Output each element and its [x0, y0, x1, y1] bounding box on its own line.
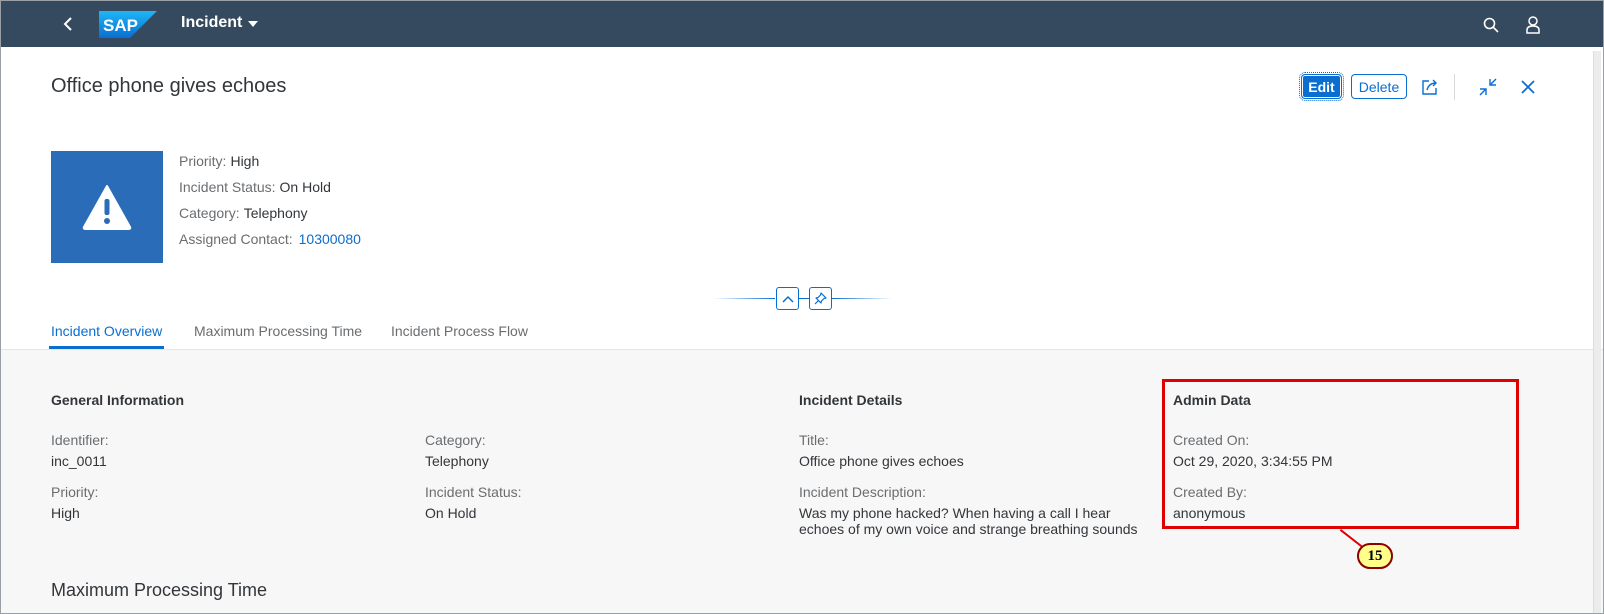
back-button[interactable]: [55, 11, 81, 37]
priority-value: High: [51, 505, 80, 521]
header-status: Incident Status: On Hold: [179, 179, 331, 195]
close-icon: [1521, 80, 1535, 94]
header-priority-label: Priority:: [179, 153, 227, 169]
header-category: Category: Telephony: [179, 205, 308, 221]
app-window: SAP Incident Office phone gives echoes E…: [0, 0, 1604, 614]
divider-left: [713, 298, 775, 299]
header-priority: Priority: High: [179, 153, 259, 169]
tab-incident-process-flow[interactable]: Incident Process Flow: [391, 323, 528, 339]
collapse-header-button[interactable]: [776, 287, 799, 310]
title-label: Title:: [799, 432, 829, 448]
logo-text: SAP: [103, 16, 138, 35]
incident-status-label: Incident Status:: [425, 484, 522, 500]
divider-middle: [799, 298, 809, 299]
sap-logo: SAP: [99, 11, 157, 38]
identifier-label: Identifier:: [51, 432, 109, 448]
share-button[interactable]: [1418, 75, 1442, 99]
incident-status-value: On Hold: [425, 505, 477, 521]
tab-maximum-processing-time[interactable]: Maximum Processing Time: [194, 323, 362, 339]
general-information-title: General Information: [51, 392, 185, 408]
object-avatar: [51, 151, 163, 263]
tab-incident-overview[interactable]: Incident Overview: [51, 323, 162, 339]
header-priority-value: High: [230, 153, 260, 169]
app-title-menu[interactable]: Incident: [181, 14, 259, 32]
annotation-badge: 15: [1357, 543, 1393, 569]
chevron-up-icon: [781, 295, 794, 303]
incident-description-line-1: Was my phone hacked? When having a call …: [799, 505, 1111, 521]
pin-icon: [814, 292, 827, 305]
close-button[interactable]: [1516, 75, 1540, 99]
user-button[interactable]: [1522, 14, 1544, 36]
search-button[interactable]: [1480, 14, 1502, 36]
priority-label: Priority:: [51, 484, 99, 500]
category-value: Telephony: [425, 453, 489, 469]
edit-button[interactable]: Edit: [1299, 72, 1344, 101]
maximum-processing-time-heading: Maximum Processing Time: [51, 580, 268, 600]
exit-fullscreen-icon: [1479, 78, 1497, 96]
incident-details-title: Incident Details: [799, 392, 903, 408]
identifier-value: inc_0011: [51, 453, 107, 469]
warning-icon: [82, 185, 132, 230]
toolbar-separator: [1454, 74, 1455, 100]
header-contact: Assigned Contact: 10300080: [179, 231, 361, 247]
header-status-value: On Hold: [279, 179, 331, 195]
app-title: Incident: [181, 14, 243, 31]
vertical-scrollbar[interactable]: [1593, 51, 1601, 613]
header-status-label: Incident Status:: [179, 179, 276, 195]
page-title: Office phone gives echoes: [51, 75, 287, 97]
pin-header-button[interactable]: [809, 287, 832, 310]
delete-button[interactable]: Delete: [1351, 74, 1407, 99]
header-contact-label: Assigned Contact:: [179, 231, 293, 247]
caret-down-icon: [248, 21, 259, 27]
title-value: Office phone gives echoes: [799, 453, 964, 469]
search-icon: [1483, 17, 1499, 33]
annotation-highlight-box: [1162, 379, 1519, 529]
category-label: Category:: [425, 432, 486, 448]
user-icon: [1526, 16, 1540, 34]
shell-bar: SAP Incident: [1, 1, 1603, 47]
header-category-label: Category:: [179, 205, 240, 221]
incident-description-label: Incident Description:: [799, 484, 926, 500]
divider-right: [832, 298, 892, 299]
incident-description-line-2: echoes of my own voice and strange breat…: [799, 521, 1138, 537]
back-icon: [63, 17, 72, 31]
assigned-contact-link[interactable]: 10300080: [299, 231, 361, 247]
exit-fullscreen-button[interactable]: [1476, 75, 1500, 99]
share-icon: [1422, 79, 1437, 95]
header-category-value: Telephony: [243, 205, 308, 221]
